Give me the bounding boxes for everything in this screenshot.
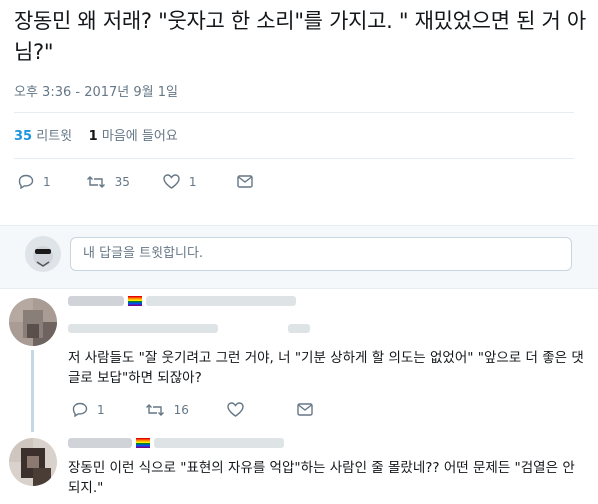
reply-icon	[18, 174, 34, 189]
like-button[interactable]	[227, 402, 253, 417]
like-button[interactable]: 1	[163, 174, 197, 189]
heart-icon	[227, 402, 244, 417]
direct-message-button[interactable]	[236, 175, 262, 188]
tweet-timestamp[interactable]: 오후 3:36 - 2017년 9월 1일	[14, 81, 178, 100]
reply-tweet[interactable]: 장동민 이런 식으로 "표현의 자유를 억압"하는 사람인 줄 몰랐네?? 어떤…	[0, 430, 598, 504]
reply-context	[68, 324, 310, 333]
author-name	[68, 296, 124, 306]
like-stat[interactable]: 1 마음에 들어요	[89, 129, 178, 144]
reply-actions: 1 16	[72, 402, 352, 417]
reply-author[interactable]	[68, 296, 296, 306]
user-avatar	[25, 236, 61, 272]
retweet-stat-label: 리트윗	[36, 129, 73, 144]
retweet-icon	[86, 175, 105, 188]
envelope-icon	[236, 175, 253, 188]
divider	[14, 158, 574, 159]
direct-message-button[interactable]	[297, 403, 322, 416]
rainbow-flag-icon	[136, 438, 150, 448]
tweet-stats: 35 리트윗 1 마음에 들어요	[14, 125, 178, 144]
retweet-stat[interactable]: 35 리트윗	[14, 129, 76, 144]
author-name	[68, 438, 132, 448]
rainbow-flag-icon	[128, 296, 142, 306]
reply-count: 1	[97, 402, 105, 417]
avatar[interactable]	[9, 438, 57, 486]
reply-icon	[72, 402, 88, 417]
author-handle	[154, 438, 284, 448]
retweet-icon	[145, 403, 164, 416]
retweet-count: 35	[114, 174, 130, 189]
reply-author[interactable]	[68, 438, 284, 448]
retweet-count: 16	[173, 402, 189, 417]
like-count: 1	[188, 174, 197, 189]
reply-composer: 내 답글을 트윗합니다.	[0, 225, 598, 289]
thread-line	[31, 350, 34, 432]
like-stat-count: 1	[88, 129, 98, 144]
tweet-actions: 1 35 1	[18, 174, 292, 189]
retweet-button[interactable]: 16	[145, 403, 189, 417]
reply-count: 1	[43, 174, 51, 189]
retweet-button[interactable]: 35	[86, 175, 130, 189]
reply-context-blur	[68, 324, 218, 333]
author-handle	[146, 296, 296, 306]
reply-button[interactable]: 1	[72, 402, 105, 417]
retweet-stat-count: 35	[14, 129, 33, 144]
reply-text: 장동민 이런 식으로 "표현의 자유를 억압"하는 사람인 줄 몰랐네?? 어떤…	[68, 460, 575, 496]
divider	[14, 112, 574, 113]
reply-tweet[interactable]: 저 사람들도 "잘 웃기려고 그런 거야, 너 "기분 상하게 할 의도는 없었…	[0, 288, 598, 432]
avatar[interactable]	[9, 298, 57, 346]
envelope-icon	[297, 403, 313, 416]
reply-input[interactable]: 내 답글을 트윗합니다.	[70, 237, 572, 271]
reply-context-blur	[288, 324, 310, 333]
tweet-text: 장동민 왜 저래? "웃자고 한 소리"를 가지고. " 재밌었으면 된 거 아…	[14, 9, 586, 64]
like-stat-label: 마음에 들어요	[101, 129, 178, 144]
reply-button[interactable]: 1	[18, 174, 51, 189]
heart-icon	[163, 174, 180, 189]
reply-text: 저 사람들도 "잘 웃기려고 그런 거야, 너 "기분 상하게 할 의도는 없었…	[68, 350, 584, 386]
